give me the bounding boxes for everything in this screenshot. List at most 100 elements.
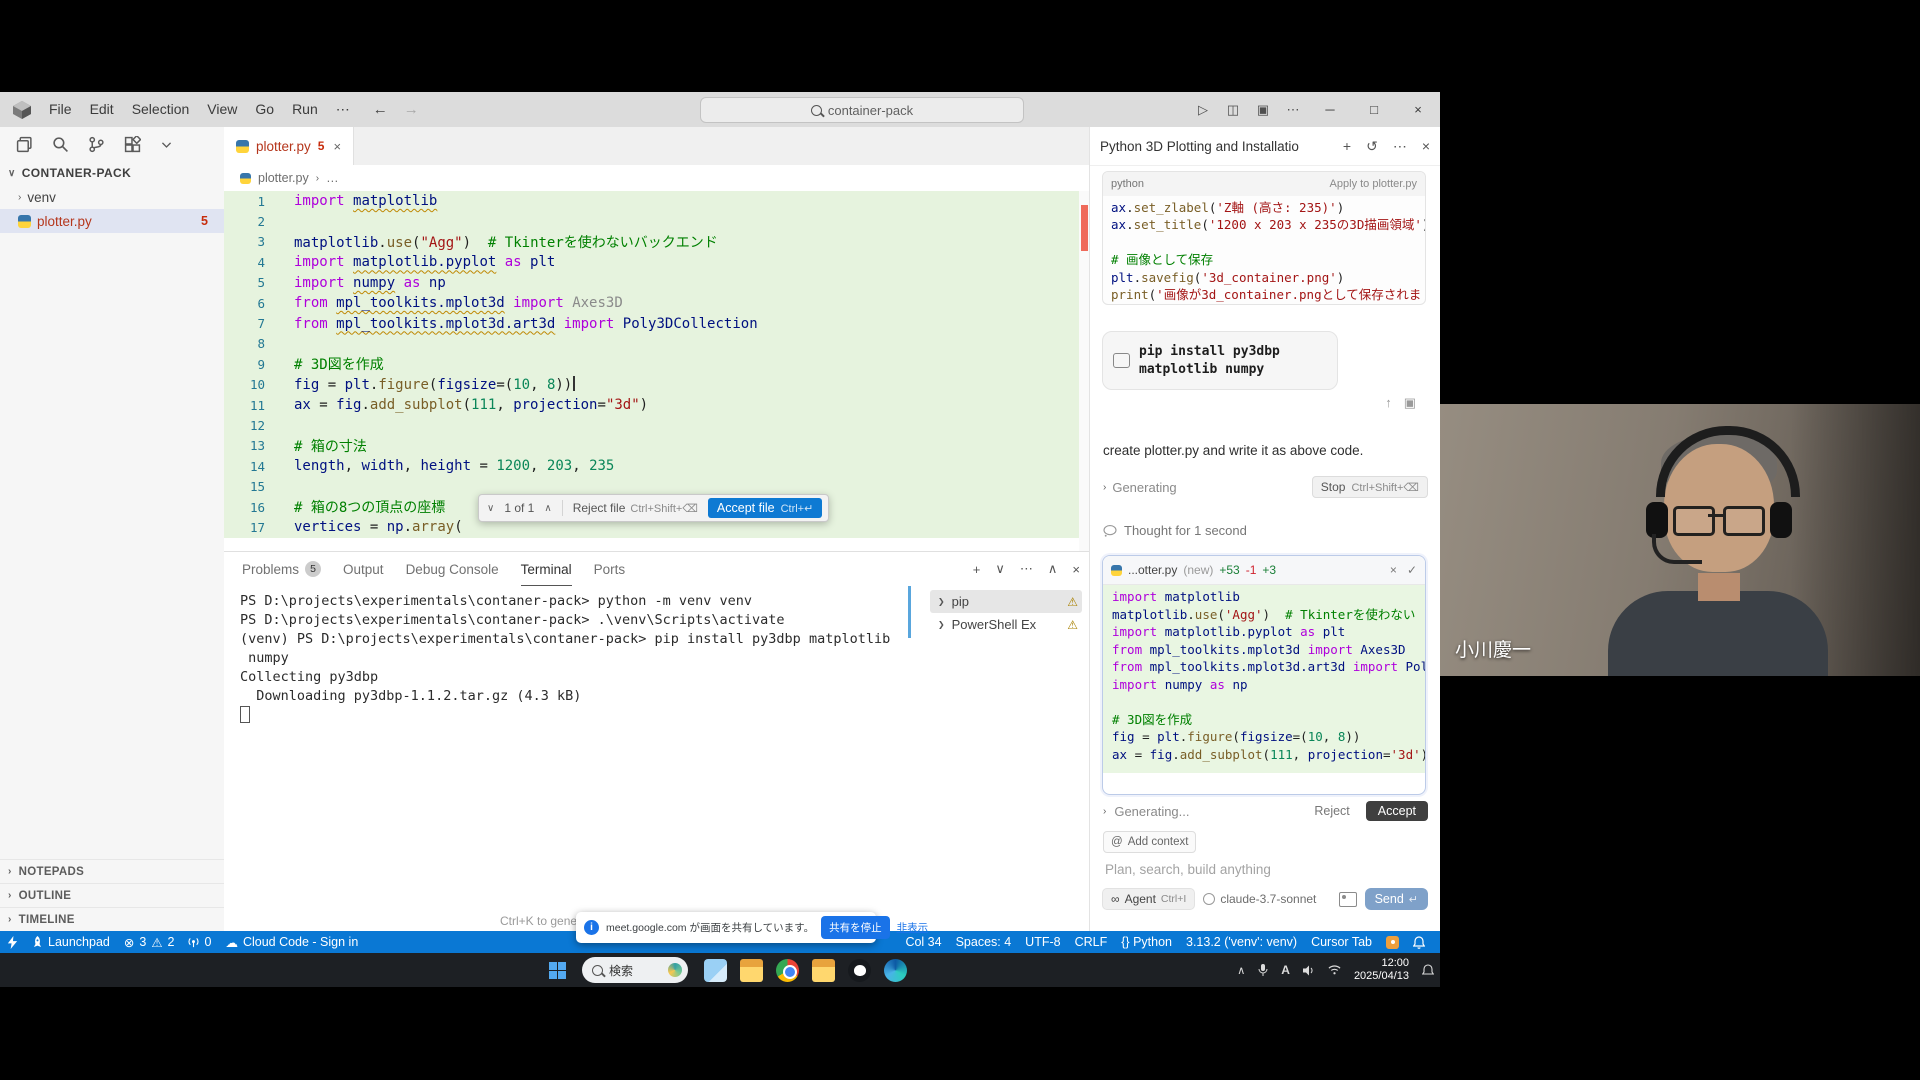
close-panel-icon[interactable]: × — [1072, 562, 1080, 577]
code-line[interactable]: 9# 3D図を作成 — [224, 354, 1090, 374]
panel-tab-terminal[interactable]: Terminal — [521, 552, 572, 586]
chevron-down-icon[interactable] — [160, 138, 173, 151]
new-chat-icon[interactable]: + — [1343, 138, 1351, 155]
edge-icon[interactable] — [884, 959, 907, 982]
terminal-output[interactable]: PS D:\projects\experimentals\contaner-pa… — [240, 592, 915, 911]
line-number[interactable]: 16 — [224, 500, 265, 515]
apply-to-file-button[interactable]: Apply to plotter.py — [1330, 178, 1417, 190]
github-icon[interactable] — [848, 959, 871, 982]
tree-item-plotter[interactable]: plotter.py 5 — [0, 209, 224, 233]
launchpad-status[interactable]: Launchpad — [25, 931, 117, 953]
new-terminal-icon[interactable]: + — [973, 562, 981, 577]
menu-item-run[interactable]: Run — [283, 92, 327, 127]
notification-bell-icon[interactable] — [1422, 964, 1434, 977]
maximize-button[interactable]: □ — [1352, 92, 1396, 127]
sidebar-section-notepads[interactable]: ›NOTEPADS — [0, 859, 224, 883]
menu-item-edit[interactable]: Edit — [81, 92, 123, 127]
code-line[interactable]: 14length, width, height = 1200, 203, 235 — [224, 456, 1090, 476]
panel-tab-output[interactable]: Output — [343, 552, 384, 586]
menu-item-file[interactable]: File — [40, 92, 81, 127]
explorer-icon[interactable] — [16, 136, 33, 153]
terminal-session-pip[interactable]: ❯pip⚠ — [930, 590, 1082, 613]
diff-reject-icon[interactable]: × — [1390, 563, 1397, 577]
code-line[interactable]: 5import numpy as np — [224, 273, 1090, 293]
remote-indicator[interactable] — [0, 931, 25, 953]
mic-icon[interactable] — [1258, 964, 1268, 976]
next-change-icon[interactable]: ∧ — [544, 503, 551, 514]
reject-file-button[interactable]: Reject file Ctrl+Shift+⌫ — [573, 501, 698, 515]
code-line[interactable]: 2 — [224, 211, 1090, 231]
tree-item-venv[interactable]: › venv — [0, 185, 224, 209]
line-number[interactable]: 8 — [224, 336, 265, 351]
line-number[interactable]: 9 — [224, 357, 265, 372]
layout-action-icon-3[interactable]: ⋯ — [1278, 102, 1308, 118]
code-line[interactable]: 4import matplotlib.pyplot as plt — [224, 252, 1090, 272]
tab-plotter[interactable]: plotter.py 5 × — [224, 127, 354, 165]
line-number[interactable]: 2 — [224, 214, 265, 229]
diff-accept-icon[interactable]: ✓ — [1407, 563, 1417, 577]
code-line[interactable]: 12 — [224, 415, 1090, 435]
notifications[interactable] — [1406, 931, 1432, 953]
taskbar-clock[interactable]: 12:00 2025/04/13 — [1354, 957, 1409, 983]
sidebar-section-outline[interactable]: ›OUTLINE — [0, 883, 224, 907]
accept-file-button[interactable]: Accept file Ctrl+↵ — [708, 498, 822, 518]
search-icon[interactable] — [52, 136, 69, 153]
speaker-icon[interactable] — [1303, 965, 1315, 976]
file-explorer-icon[interactable] — [740, 959, 763, 982]
wifi-icon[interactable] — [1328, 965, 1341, 975]
model-selector[interactable]: claude-3.7-sonnet — [1203, 892, 1316, 906]
agent-mode-selector[interactable]: ∞ Agent Ctrl+I — [1102, 888, 1195, 910]
ime-mode[interactable]: A — [1281, 963, 1290, 977]
line-number[interactable]: 3 — [224, 234, 265, 249]
scroll-up-icon[interactable]: ↑ — [1385, 395, 1392, 411]
code-line[interactable]: 10fig = plt.figure(figsize=(10, 8)) — [224, 375, 1090, 395]
terminal-scrollbar[interactable] — [908, 586, 911, 638]
chrome-icon[interactable] — [776, 959, 799, 982]
panel-tab-ports[interactable]: Ports — [594, 552, 626, 586]
source-control-icon[interactable] — [88, 136, 105, 153]
command-center-search[interactable]: container-pack — [700, 97, 1024, 123]
nav-forward-icon[interactable]: → — [404, 101, 419, 118]
stop-button[interactable]: Stop Ctrl+Shift+⌫ — [1312, 476, 1428, 498]
panel-tab-debug-console[interactable]: Debug Console — [406, 552, 499, 586]
hide-banner-link[interactable]: 非表示 — [897, 920, 929, 935]
prev-change-icon[interactable]: ∨ — [487, 503, 494, 514]
menu-item-go[interactable]: Go — [246, 92, 283, 127]
add-context-chip[interactable]: @ Add context — [1103, 831, 1196, 853]
panel-tab-problems[interactable]: Problems5 — [242, 552, 321, 586]
task-view-icon[interactable] — [704, 959, 727, 982]
eol[interactable]: CRLF — [1068, 931, 1115, 953]
line-number[interactable]: 12 — [224, 418, 265, 433]
close-tab-icon[interactable]: × — [333, 139, 341, 154]
problems-status[interactable]: ⊗ 3 ⚠ 2 — [117, 931, 182, 953]
chat-input[interactable] — [1103, 857, 1427, 881]
code-line[interactable]: 11ax = fig.add_subplot(111, projection="… — [224, 395, 1090, 415]
nav-back-icon[interactable]: ← — [373, 101, 388, 118]
copy-icon[interactable]: ▣ — [1404, 395, 1416, 411]
stop-sharing-button[interactable]: 共有を停止 — [821, 916, 890, 939]
send-button[interactable]: Send ↵ — [1365, 888, 1428, 910]
ports-status[interactable]: 0 — [181, 931, 218, 953]
close-chat-icon[interactable]: × — [1422, 138, 1430, 155]
code-line[interactable]: 13# 箱の寸法 — [224, 436, 1090, 456]
reject-button[interactable]: Reject — [1306, 801, 1357, 821]
extensions-icon[interactable] — [124, 136, 141, 153]
code-line[interactable]: 1import matplotlib — [224, 191, 1090, 211]
accept-button[interactable]: Accept — [1366, 801, 1428, 821]
folder-icon[interactable] — [812, 959, 835, 982]
layout-action-icon-1[interactable]: ◫ — [1218, 102, 1248, 118]
diff-code-body[interactable]: import matplotlibmatplotlib.use('Agg') #… — [1103, 585, 1425, 773]
line-number[interactable]: 4 — [224, 255, 265, 270]
line-number[interactable]: 11 — [224, 398, 265, 413]
line-number[interactable]: 15 — [224, 479, 265, 494]
layout-action-icon-0[interactable]: ▷ — [1188, 102, 1218, 118]
diff-file-name[interactable]: ...otter.py — [1128, 563, 1177, 577]
cloud-code-status[interactable]: ☁ Cloud Code - Sign in — [218, 931, 365, 953]
more-actions-icon[interactable]: ⋯ — [1020, 561, 1033, 577]
line-number[interactable]: 1 — [224, 194, 265, 209]
menu-item-view[interactable]: View — [198, 92, 246, 127]
pin-status[interactable] — [1379, 931, 1406, 953]
code-line[interactable]: 8 — [224, 334, 1090, 354]
breadcrumb[interactable]: plotter.py › … — [224, 165, 1090, 191]
line-number[interactable]: 17 — [224, 520, 265, 535]
